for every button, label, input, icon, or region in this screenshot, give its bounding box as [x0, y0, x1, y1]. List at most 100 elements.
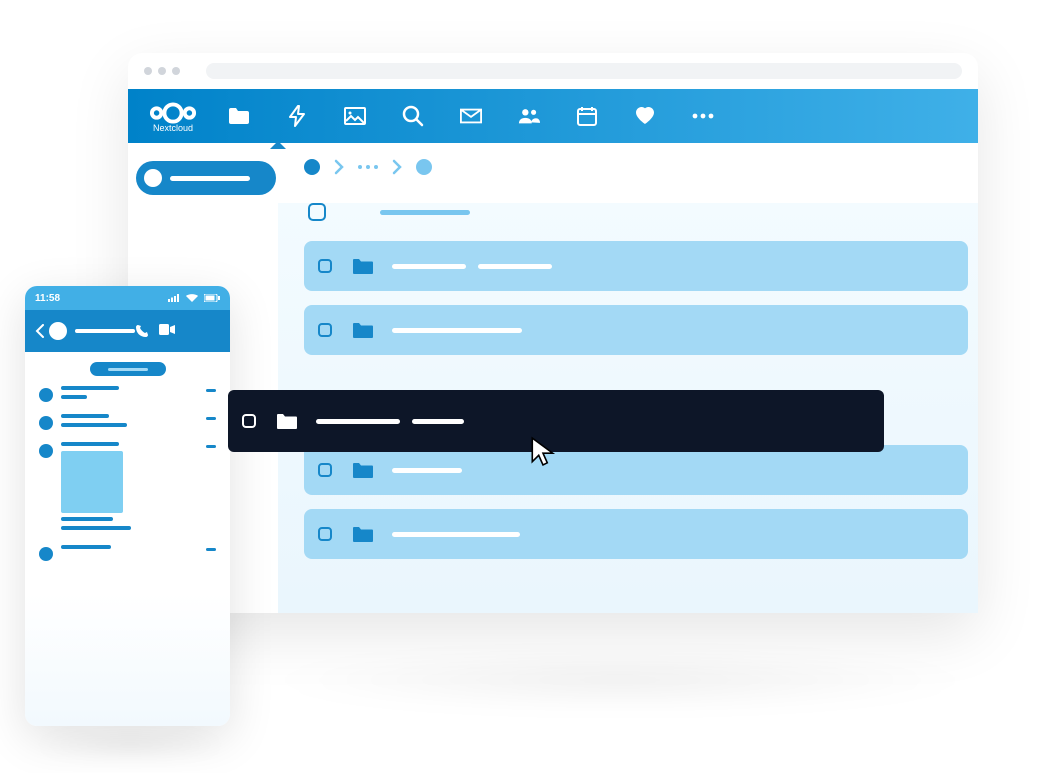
nav-activity[interactable]	[286, 105, 308, 127]
row-checkbox[interactable]	[318, 463, 332, 477]
file-name-placeholder	[316, 419, 400, 424]
traffic-light-zoom[interactable]	[172, 67, 180, 75]
phone-icon[interactable]	[135, 324, 149, 338]
contacts-icon	[518, 107, 540, 125]
traffic-light-close[interactable]	[144, 67, 152, 75]
active-app-indicator	[270, 141, 286, 149]
chevron-right-icon	[392, 159, 402, 175]
message-time-placeholder	[206, 445, 216, 448]
message-text-placeholder	[61, 423, 127, 427]
file-list-header	[304, 203, 968, 221]
file-name-placeholder	[392, 532, 520, 537]
message-time-placeholder	[206, 417, 216, 420]
browser-window: Nextcloud	[128, 53, 978, 613]
user-pill[interactable]	[136, 161, 276, 195]
file-name-placeholder	[392, 264, 466, 269]
folder-icon	[228, 107, 250, 125]
contact-avatar[interactable]	[49, 322, 67, 340]
cursor-icon	[530, 436, 556, 466]
brand-logo[interactable]: Nextcloud	[148, 100, 198, 133]
select-all-checkbox[interactable]	[308, 203, 326, 221]
message-time-placeholder	[206, 389, 216, 392]
nav-mail[interactable]	[460, 105, 482, 127]
nav-files[interactable]	[228, 105, 250, 127]
message-text-placeholder	[61, 517, 113, 521]
brand-name: Nextcloud	[153, 123, 193, 133]
message-text-placeholder	[61, 545, 111, 549]
url-bar[interactable]	[206, 63, 962, 79]
phone-status-bar: 11:58	[25, 286, 230, 310]
message-text-placeholder	[61, 414, 109, 418]
phone-time: 11:58	[35, 293, 60, 304]
breadcrumb-home[interactable]	[304, 159, 320, 175]
message-text-placeholder	[61, 442, 119, 446]
breadcrumb-current	[416, 159, 432, 175]
lightning-icon	[289, 105, 305, 127]
file-row[interactable]	[304, 445, 968, 495]
user-avatar	[144, 169, 162, 187]
heart-icon	[634, 106, 656, 126]
message-text-placeholder	[61, 395, 87, 399]
chevron-right-icon	[334, 159, 344, 175]
date-pill	[90, 362, 166, 376]
row-checkbox[interactable]	[242, 414, 256, 428]
mail-icon	[460, 108, 482, 124]
file-row[interactable]	[304, 509, 968, 559]
chat-message	[39, 386, 216, 404]
calendar-icon	[577, 106, 597, 126]
message-avatar	[39, 444, 53, 458]
row-checkbox[interactable]	[318, 527, 332, 541]
chat-message	[39, 414, 216, 432]
app-titlebar: Nextcloud	[128, 89, 978, 143]
battery-icon	[204, 294, 220, 302]
back-icon[interactable]	[35, 324, 45, 338]
folder-icon	[352, 322, 374, 339]
message-avatar	[39, 416, 53, 430]
row-checkbox[interactable]	[318, 323, 332, 337]
message-text-placeholder	[61, 526, 131, 530]
folder-icon	[276, 413, 298, 430]
row-checkbox[interactable]	[318, 259, 332, 273]
phone-mockup: 11:58	[25, 286, 230, 726]
file-row-selected[interactable]	[228, 390, 884, 452]
user-name-placeholder	[170, 176, 250, 181]
message-image[interactable]	[61, 451, 123, 513]
column-name-header[interactable]	[380, 210, 470, 215]
chat-body	[25, 382, 230, 561]
breadcrumb-ellipsis[interactable]	[358, 165, 378, 169]
video-icon[interactable]	[159, 324, 175, 335]
more-icon	[692, 113, 714, 119]
chat-message	[39, 442, 216, 535]
file-row[interactable]	[304, 241, 968, 291]
file-name-placeholder	[392, 328, 522, 333]
message-avatar	[39, 547, 53, 561]
nav-calendar[interactable]	[576, 105, 598, 127]
nav-search[interactable]	[402, 105, 424, 127]
nav-favorites[interactable]	[634, 105, 656, 127]
contact-name-placeholder	[75, 329, 135, 333]
folder-icon	[352, 462, 374, 479]
chat-message	[39, 545, 216, 561]
file-meta-placeholder	[478, 264, 552, 269]
message-time-placeholder	[206, 548, 216, 551]
wifi-icon	[186, 294, 198, 302]
folder-icon	[352, 526, 374, 543]
folder-icon	[352, 258, 374, 275]
nav-gallery[interactable]	[344, 105, 366, 127]
file-meta-placeholder	[412, 419, 464, 424]
file-name-placeholder	[392, 468, 462, 473]
search-icon	[402, 105, 424, 127]
app-nav	[228, 105, 714, 127]
message-avatar	[39, 388, 53, 402]
breadcrumb	[304, 159, 968, 175]
nav-contacts[interactable]	[518, 105, 540, 127]
signal-icon	[168, 294, 180, 302]
message-text-placeholder	[61, 386, 119, 390]
nav-more[interactable]	[692, 105, 714, 127]
content-area	[278, 143, 978, 613]
file-row[interactable]	[304, 305, 968, 355]
phone-header	[25, 310, 230, 352]
browser-chrome	[128, 53, 978, 89]
traffic-light-minimize[interactable]	[158, 67, 166, 75]
image-icon	[344, 107, 366, 125]
